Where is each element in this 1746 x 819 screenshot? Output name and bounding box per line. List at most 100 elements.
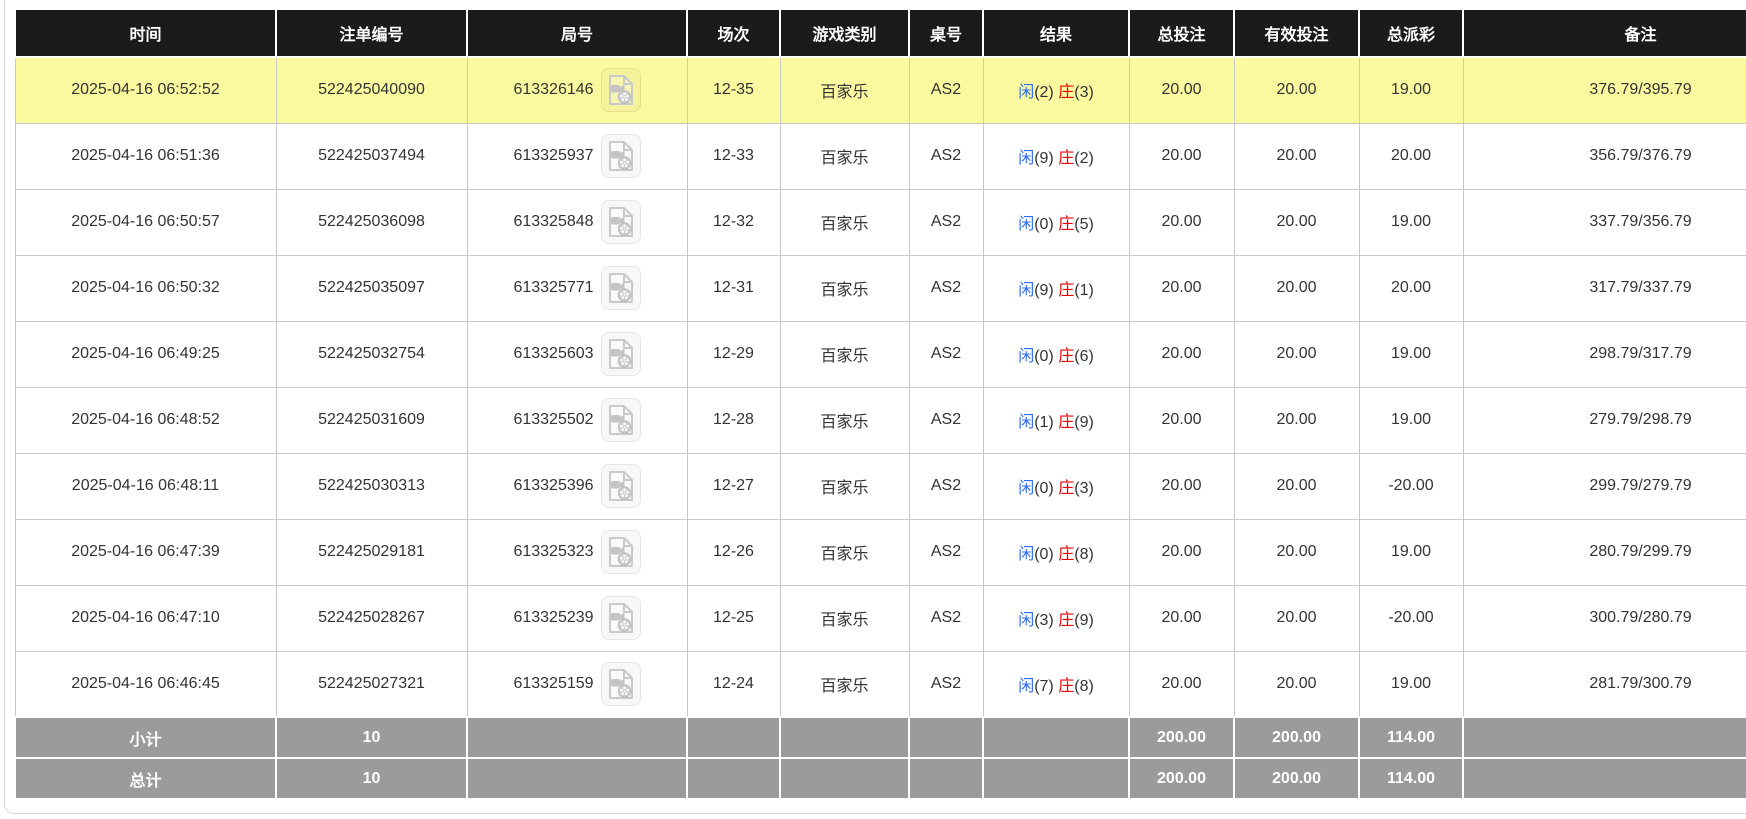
cell-result: 闲(9) 庄(1) bbox=[983, 255, 1129, 321]
cell-valid-bet: 20.00 bbox=[1234, 651, 1359, 717]
player-label: 闲 bbox=[1018, 282, 1034, 299]
cell-bet-id: 522425027321 bbox=[276, 651, 467, 717]
cell-round: 613325502 bbox=[467, 387, 687, 453]
video-replay-button[interactable] bbox=[601, 464, 641, 508]
cell-valid-bet: 20.00 bbox=[1234, 519, 1359, 585]
player-label: 闲 bbox=[1018, 150, 1034, 167]
cell-total-payout: 20.00 bbox=[1359, 255, 1463, 321]
player-label: 闲 bbox=[1018, 612, 1034, 629]
cell-session: 12-29 bbox=[687, 321, 780, 387]
cell-round: 613325159 bbox=[467, 651, 687, 717]
cell-bet-id: 522425036098 bbox=[276, 189, 467, 255]
subtotal-payout: 114.00 bbox=[1359, 717, 1463, 758]
video-replay-button[interactable] bbox=[601, 134, 641, 178]
round-number: 613325937 bbox=[513, 147, 593, 165]
cell-bet-id: 522425030313 bbox=[276, 453, 467, 519]
cell-total-bet[interactable]: 20.00 bbox=[1129, 189, 1234, 255]
cell-valid-bet: 20.00 bbox=[1234, 123, 1359, 189]
banker-score: (9) bbox=[1074, 612, 1094, 629]
cell-game-type: 百家乐 bbox=[780, 651, 909, 717]
video-replay-button[interactable] bbox=[601, 266, 641, 310]
cell-result: 闲(0) 庄(5) bbox=[983, 189, 1129, 255]
cell-remark: 317.79/337.79 bbox=[1463, 255, 1746, 321]
col-header-bet-id: 注单编号 bbox=[276, 9, 467, 57]
cell-round: 613325239 bbox=[467, 585, 687, 651]
video-record-file-icon bbox=[608, 537, 634, 567]
banker-label: 庄 bbox=[1058, 612, 1074, 629]
cell-remark: 298.79/317.79 bbox=[1463, 321, 1746, 387]
cell-valid-bet: 20.00 bbox=[1234, 585, 1359, 651]
video-replay-button[interactable] bbox=[601, 200, 641, 244]
col-header-total-payout: 总派彩 bbox=[1359, 9, 1463, 57]
grand-total-payout: 114.00 bbox=[1359, 758, 1463, 799]
video-replay-button[interactable] bbox=[601, 398, 641, 442]
cell-total-bet[interactable]: 20.00 bbox=[1129, 321, 1234, 387]
header-row: 时间 注单编号 局号 场次 游戏类别 桌号 结果 总投注 有效投注 总派彩 备注 bbox=[15, 9, 1746, 57]
cell-round: 613325396 bbox=[467, 453, 687, 519]
round-number: 613325239 bbox=[513, 609, 593, 627]
subtotal-valid-bet: 200.00 bbox=[1234, 717, 1359, 758]
cell-remark: 356.79/376.79 bbox=[1463, 123, 1746, 189]
video-replay-button[interactable] bbox=[601, 596, 641, 640]
col-header-remark: 备注 bbox=[1463, 9, 1746, 57]
cell-table-no: AS2 bbox=[909, 651, 983, 717]
player-label: 闲 bbox=[1018, 348, 1034, 365]
cell-table-no: AS2 bbox=[909, 189, 983, 255]
table-row: 2025-04-16 06:47:10 522425028267 6133252… bbox=[15, 585, 1746, 651]
grand-total-count: 10 bbox=[276, 758, 467, 799]
cell-round: 613325323 bbox=[467, 519, 687, 585]
cell-total-payout: 20.00 bbox=[1359, 123, 1463, 189]
video-replay-button[interactable] bbox=[601, 662, 641, 706]
banker-score: (8) bbox=[1074, 546, 1094, 563]
subtotal-empty-cell bbox=[1463, 717, 1746, 758]
cell-result: 闲(3) 庄(9) bbox=[983, 585, 1129, 651]
cell-time: 2025-04-16 06:46:45 bbox=[15, 651, 276, 717]
cell-time: 2025-04-16 06:49:25 bbox=[15, 321, 276, 387]
subtotal-total-bet: 200.00 bbox=[1129, 717, 1234, 758]
cell-total-bet[interactable]: 20.00 bbox=[1129, 255, 1234, 321]
cell-total-bet[interactable]: 20.00 bbox=[1129, 123, 1234, 189]
banker-score: (1) bbox=[1074, 282, 1094, 299]
video-replay-button[interactable] bbox=[601, 68, 641, 112]
cell-game-type: 百家乐 bbox=[780, 189, 909, 255]
cell-session: 12-25 bbox=[687, 585, 780, 651]
player-score: (3) bbox=[1034, 612, 1054, 629]
video-replay-button[interactable] bbox=[601, 530, 641, 574]
col-header-time: 时间 bbox=[15, 9, 276, 57]
cell-game-type: 百家乐 bbox=[780, 585, 909, 651]
cell-time: 2025-04-16 06:47:10 bbox=[15, 585, 276, 651]
cell-total-bet[interactable]: 20.00 bbox=[1129, 387, 1234, 453]
cell-table-no: AS2 bbox=[909, 453, 983, 519]
cell-valid-bet: 20.00 bbox=[1234, 321, 1359, 387]
banker-label: 庄 bbox=[1058, 348, 1074, 365]
grand-total-row: 总计 10 200.00 200.00 114.00 bbox=[15, 758, 1746, 799]
records-panel: 时间 注单编号 局号 场次 游戏类别 桌号 结果 总投注 有效投注 总派彩 备注… bbox=[4, 0, 1746, 814]
cell-game-type: 百家乐 bbox=[780, 453, 909, 519]
video-record-file-icon bbox=[608, 669, 634, 699]
player-score: (0) bbox=[1034, 480, 1054, 497]
banker-score: (8) bbox=[1074, 678, 1094, 695]
cell-total-bet[interactable]: 20.00 bbox=[1129, 585, 1234, 651]
player-score: (2) bbox=[1034, 84, 1054, 101]
cell-total-bet[interactable]: 20.00 bbox=[1129, 57, 1234, 123]
table-row: 2025-04-16 06:52:52 522425040090 6133261… bbox=[15, 57, 1746, 123]
banker-label: 庄 bbox=[1058, 282, 1074, 299]
cell-remark: 299.79/279.79 bbox=[1463, 453, 1746, 519]
banker-label: 庄 bbox=[1058, 84, 1074, 101]
cell-valid-bet: 20.00 bbox=[1234, 453, 1359, 519]
cell-result: 闲(1) 庄(9) bbox=[983, 387, 1129, 453]
player-score: (0) bbox=[1034, 348, 1054, 365]
video-record-file-icon bbox=[608, 603, 634, 633]
cell-round: 613325603 bbox=[467, 321, 687, 387]
cell-total-payout: -20.00 bbox=[1359, 453, 1463, 519]
round-number: 613325502 bbox=[513, 411, 593, 429]
banker-score: (2) bbox=[1074, 150, 1094, 167]
cell-total-bet[interactable]: 20.00 bbox=[1129, 519, 1234, 585]
video-replay-button[interactable] bbox=[601, 332, 641, 376]
cell-session: 12-26 bbox=[687, 519, 780, 585]
cell-time: 2025-04-16 06:51:36 bbox=[15, 123, 276, 189]
table-row: 2025-04-16 06:48:11 522425030313 6133253… bbox=[15, 453, 1746, 519]
cell-total-bet[interactable]: 20.00 bbox=[1129, 651, 1234, 717]
cell-total-bet[interactable]: 20.00 bbox=[1129, 453, 1234, 519]
table-row: 2025-04-16 06:50:57 522425036098 6133258… bbox=[15, 189, 1746, 255]
